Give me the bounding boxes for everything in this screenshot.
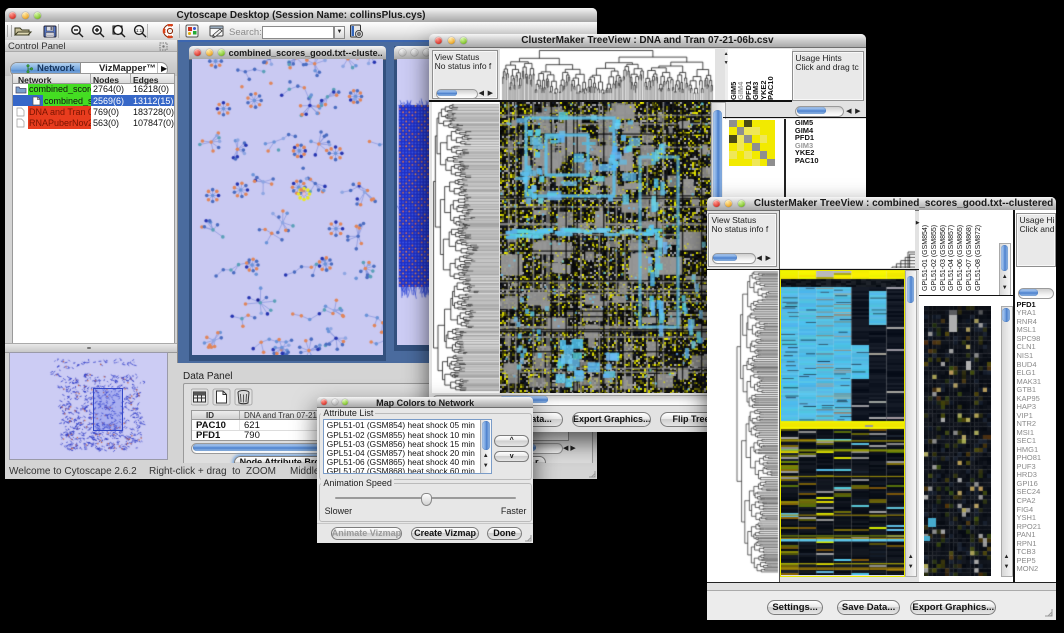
svg-text:1:1: 1:1 — [136, 28, 143, 33]
